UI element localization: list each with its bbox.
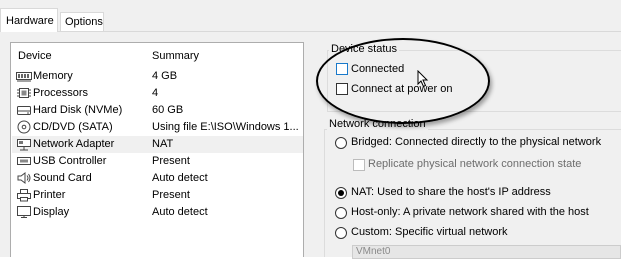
- nat-label[interactable]: NAT: Used to share the host's IP address: [351, 186, 551, 198]
- device-name: Display: [33, 206, 70, 218]
- host-only-radio[interactable]: [335, 207, 347, 219]
- tab-hardware[interactable]: Hardware: [0, 8, 58, 32]
- custom-radio[interactable]: [335, 227, 347, 239]
- usb-controller-icon: [16, 154, 32, 168]
- device-summary: Auto detect: [152, 172, 208, 184]
- connect-at-power-on-checkbox[interactable]: [336, 83, 348, 95]
- device-column-header[interactable]: Device: [18, 50, 52, 62]
- device-name: Processors: [33, 87, 89, 99]
- device-name: Sound Card: [33, 172, 92, 184]
- device-name: USB Controller: [33, 155, 107, 167]
- device-row-usb-controller[interactable]: USB Controller Present: [12, 153, 303, 170]
- device-summary: Present: [152, 189, 190, 201]
- network-connection-title: Network connection: [327, 118, 428, 130]
- connected-label[interactable]: Connected: [351, 63, 404, 75]
- memory-icon: [16, 69, 32, 83]
- hard-disk-icon: [16, 103, 32, 117]
- device-summary: Using file E:\ISO\Windows 1...: [152, 121, 299, 133]
- device-row-sound-card[interactable]: Sound Card Auto detect: [12, 170, 303, 187]
- processor-icon: [16, 86, 32, 100]
- mouse-cursor-icon: [417, 69, 429, 88]
- device-summary: 4: [152, 87, 159, 99]
- printer-icon: [16, 188, 32, 202]
- replicate-state-label[interactable]: Replicate physical network connection st…: [368, 158, 581, 170]
- device-summary: 4 GB: [152, 70, 178, 82]
- summary-column-header[interactable]: Summary: [152, 50, 199, 62]
- custom-label[interactable]: Custom: Specific virtual network: [351, 226, 508, 238]
- device-row-hard-disk[interactable]: Hard Disk (NVMe) 60 GB: [12, 102, 303, 119]
- connect-at-power-on-label[interactable]: Connect at power on: [351, 83, 453, 95]
- host-only-label[interactable]: Host-only: A private network shared with…: [351, 206, 589, 218]
- device-status-title: Device status: [329, 43, 400, 55]
- device-row-display[interactable]: Display Auto detect: [12, 204, 303, 221]
- bridged-label[interactable]: Bridged: Connected directly to the physi…: [351, 136, 601, 148]
- device-row-network-adapter[interactable]: Network Adapter NAT: [12, 136, 303, 153]
- device-name: Hard Disk (NVMe): [33, 104, 123, 116]
- tab-options[interactable]: Options: [60, 12, 104, 31]
- nat-radio[interactable]: [335, 187, 347, 199]
- device-row-printer[interactable]: Printer Present: [12, 187, 303, 204]
- sound-card-icon: [16, 171, 32, 185]
- network-adapter-icon: [16, 137, 32, 151]
- device-summary: NAT: [152, 138, 174, 150]
- replicate-state-checkbox[interactable]: [353, 159, 365, 171]
- device-summary: Auto detect: [152, 206, 208, 218]
- connected-checkbox[interactable]: [336, 63, 348, 75]
- device-row-memory[interactable]: Memory 4 GB: [12, 68, 303, 85]
- display-icon: [16, 205, 32, 219]
- bridged-radio[interactable]: [335, 137, 347, 149]
- device-status-group: [327, 50, 621, 112]
- device-row-cd-dvd[interactable]: CD/DVD (SATA) Using file E:\ISO\Windows …: [12, 119, 303, 136]
- device-name: Network Adapter: [33, 138, 115, 150]
- cd-dvd-icon: [16, 120, 32, 134]
- device-summary: Present: [152, 155, 190, 167]
- device-row-processors[interactable]: Processors 4: [12, 85, 303, 102]
- device-name: Printer: [33, 189, 66, 201]
- device-summary: 60 GB: [152, 104, 184, 116]
- device-name: CD/DVD (SATA): [33, 121, 113, 133]
- device-name: Memory: [33, 70, 73, 82]
